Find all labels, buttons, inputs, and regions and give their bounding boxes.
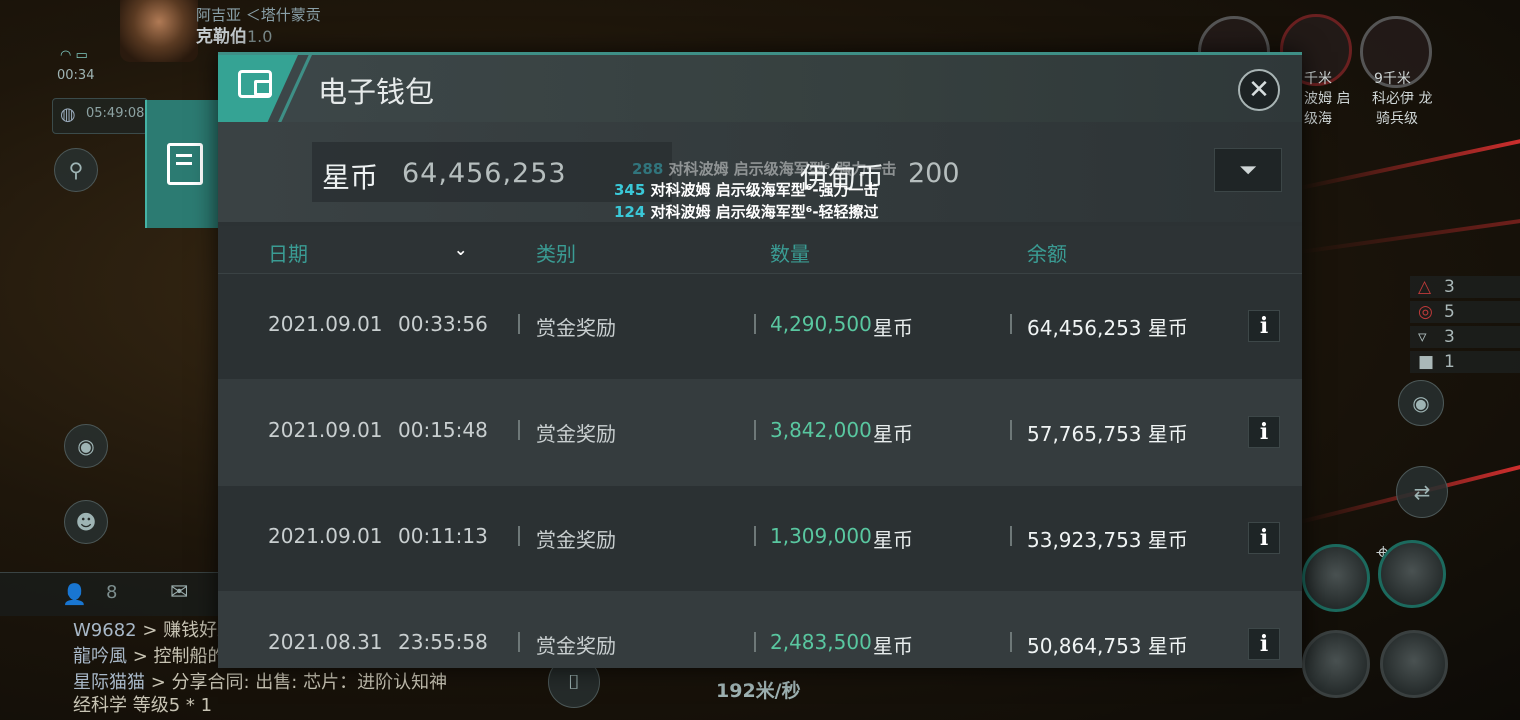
user-icon[interactable]: 👤 [62, 582, 87, 606]
wifi-icon: ◠ ▭ [60, 48, 88, 63]
combat-log-line: 124 对科波姆 启示级海军型⁶-轻轻擦过 [614, 203, 879, 221]
info-icon: i [1259, 525, 1269, 551]
ship-module[interactable] [1380, 630, 1448, 698]
close-button[interactable]: ✕ [1238, 69, 1280, 111]
column-amount: 数量 [770, 242, 810, 266]
row-time: 00:15:48 [398, 418, 488, 442]
table-row[interactable]: 2021.09.01 00:33:56 赏金奖励 4,290,500 星币 64… [218, 274, 1302, 380]
row-type: 赏金奖励 [536, 422, 616, 446]
wallet-icon [238, 70, 272, 98]
target-distance: 千米 [1304, 71, 1332, 87]
target-name: 波姆 启 [1304, 91, 1351, 107]
wallet-ledger-tab[interactable] [145, 100, 218, 228]
wallet-dialog: 电子钱包 ✕ 星币 64,456,253 伊甸币 200 ⏷ 288 对科波姆 … [218, 52, 1302, 668]
info-icon: i [1259, 419, 1269, 445]
table-header: 日期 ⌄ 类别 数量 余额 [218, 226, 1302, 274]
table-row[interactable]: 2021.09.01 00:15:48 赏金奖励 3,842,000 星币 57… [218, 380, 1302, 486]
row-date: 2021.09.01 [268, 312, 383, 336]
dialog-header: 电子钱包 ✕ [218, 52, 1302, 122]
chat-user-count: 8 [106, 582, 118, 603]
cruiser-icon: ◎ [1418, 302, 1433, 322]
swap-icon[interactable]: ⇄ [1396, 466, 1448, 518]
structure-icon: ■ [1418, 352, 1435, 372]
info-button[interactable]: i [1248, 310, 1280, 342]
row-unit: 星币 [873, 634, 913, 658]
row-date: 2021.08.31 [268, 630, 383, 654]
info-button[interactable]: i [1248, 522, 1280, 554]
laser-beam [1299, 218, 1520, 254]
row-unit: 星币 [873, 422, 913, 446]
chat-line[interactable]: W9682 > 赚钱好难 [73, 616, 235, 642]
chat-line[interactable]: 经科学 等级5 * 1 [73, 691, 212, 717]
combat-log-line: 288 对科波姆 启示级海军型⁶-强力一击 [632, 160, 897, 178]
info-icon: i [1259, 313, 1269, 339]
column-type: 类别 [536, 242, 576, 266]
pilot-name: 克勒伯1.0 [196, 27, 273, 47]
row-balance: 57,765,753 星币 [1027, 422, 1188, 446]
close-icon: ✕ [1248, 75, 1270, 105]
filter-button[interactable]: ⏷ [1214, 148, 1282, 192]
isk-label: 星币 [322, 161, 379, 194]
info-button[interactable]: i [1248, 416, 1280, 448]
location-pin-icon[interactable]: ⚲ [54, 148, 98, 192]
eden-value: 200 [908, 158, 960, 189]
chevron-down-icon[interactable]: ⌄ [454, 240, 467, 259]
row-balance: 50,864,753 星币 [1027, 634, 1188, 658]
ship-module[interactable] [1302, 630, 1370, 698]
isk-value: 64,456,253 [402, 158, 567, 189]
row-balance: 53,923,753 星币 [1027, 528, 1188, 552]
row-type: 赏金奖励 [536, 634, 616, 658]
pilot-portrait[interactable] [120, 0, 198, 62]
row-amount: 4,290,500 [770, 312, 872, 336]
row-unit: 星币 [873, 528, 913, 552]
row-amount: 3,842,000 [770, 418, 872, 442]
chat-line[interactable]: 龍吟風 > 控制船的 [73, 642, 226, 668]
row-type: 赏金奖励 [536, 528, 616, 552]
target-icon[interactable]: ◉ [64, 424, 108, 468]
planet-icon: ◍ [60, 104, 76, 125]
row-balance: 64,456,253 星币 [1027, 316, 1188, 340]
clock: 00:34 [57, 68, 95, 83]
overview-count: 3 [1444, 277, 1455, 297]
row-time: 23:55:58 [398, 630, 488, 654]
eye-icon[interactable]: ◉ [1398, 380, 1444, 426]
row-amount: 2,483,500 [770, 630, 872, 654]
row-time: 00:33:56 [398, 312, 488, 336]
column-date[interactable]: 日期 [268, 238, 308, 267]
row-date: 2021.09.01 [268, 418, 383, 442]
table-row[interactable]: 2021.09.01 00:11:13 赏金奖励 1,309,000 星币 53… [218, 486, 1302, 592]
overview-count: 1 [1444, 352, 1455, 372]
laser-beam [1299, 138, 1520, 190]
person-icon[interactable]: ☻ [64, 500, 108, 544]
table-row[interactable]: 2021.08.31 23:55:58 赏金奖励 2,483,500 星币 50… [218, 592, 1302, 668]
ship-speed: 192米/秒 [716, 680, 801, 702]
transaction-list: 2021.09.01 00:33:56 赏金奖励 4,290,500 星币 64… [218, 274, 1302, 668]
overview-count: 5 [1444, 302, 1455, 322]
row-unit: 星币 [873, 316, 913, 340]
timer-text: 05:49:08 [86, 106, 145, 121]
target-class: 骑兵级 [1376, 111, 1418, 127]
ship-module[interactable] [1302, 544, 1370, 612]
drone-icon: ▿ [1418, 327, 1427, 347]
document-icon [167, 143, 203, 185]
frigate-icon: △ [1418, 277, 1432, 297]
target-distance: 9千米 [1374, 71, 1411, 87]
target-name: 科必伊 龙 [1372, 91, 1433, 107]
row-type: 赏金奖励 [536, 316, 616, 340]
info-icon: i [1259, 631, 1269, 657]
row-date: 2021.09.01 [268, 524, 383, 548]
combat-log-line: 345 对科波姆 启示级海军型⁶-强力一击 [614, 181, 879, 199]
info-button[interactable]: i [1248, 628, 1280, 660]
mail-icon[interactable]: ✉ [170, 580, 188, 605]
row-time: 00:11:13 [398, 524, 488, 548]
dialog-title: 电子钱包 [318, 75, 435, 109]
filter-icon: ⏷ [1239, 157, 1257, 183]
overview-count: 3 [1444, 327, 1455, 347]
ship-module[interactable] [1378, 540, 1446, 608]
row-amount: 1,309,000 [770, 524, 872, 548]
column-balance: 余额 [1027, 242, 1067, 266]
target-class: 级海 [1304, 111, 1332, 127]
